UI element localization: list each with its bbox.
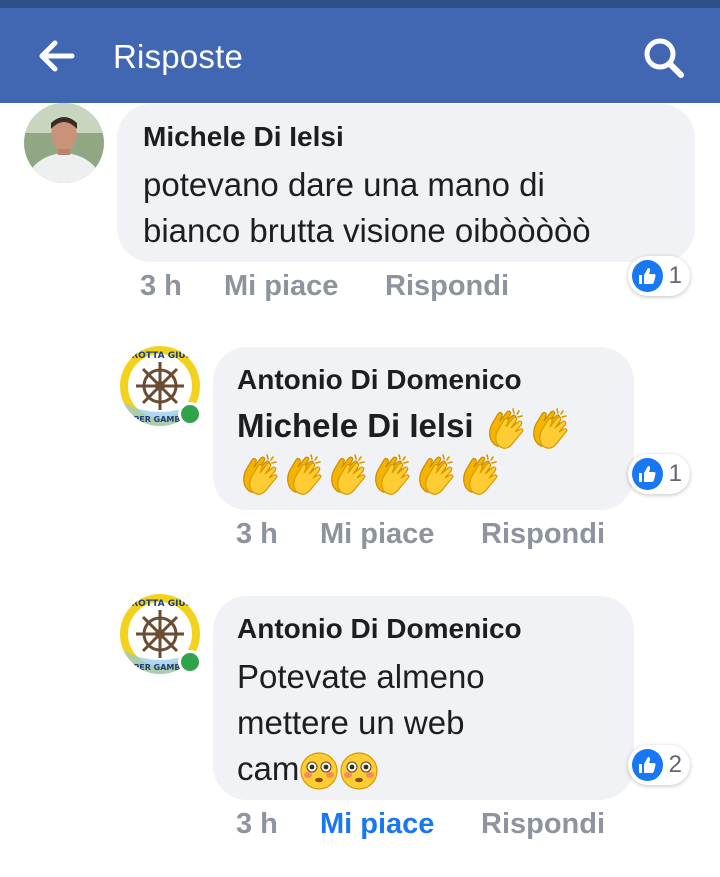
comment-author[interactable]: Antonio Di Domenico xyxy=(237,612,608,646)
comment-actions: 3 h Mi piace Rispondi xyxy=(0,808,720,848)
reaction-count: 2 xyxy=(668,751,682,778)
back-button[interactable] xyxy=(28,36,84,76)
search-button[interactable] xyxy=(636,32,692,84)
comment-actions: 3 h Mi piace Rispondi xyxy=(0,518,720,558)
comment-time: 3 h xyxy=(140,270,182,302)
reply-button[interactable]: Rispondi xyxy=(481,518,605,551)
comment-bubble[interactable]: Antonio Di Domenico Michele Di Ielsi xyxy=(213,347,634,510)
clapping-hands-emoji xyxy=(287,453,322,495)
svg-text:LA ROTTA GIUSTA: LA ROTTA GIUSTA xyxy=(120,599,200,609)
comment-time: 3 h xyxy=(236,518,278,550)
page-title: Risposte xyxy=(113,38,243,75)
clapping-hands-emoji-group xyxy=(483,407,571,450)
comment-time: 3 h xyxy=(236,808,278,840)
man-photo xyxy=(24,103,104,183)
comment-text-line: potevano dare una mano di xyxy=(143,166,545,203)
online-status-dot xyxy=(178,402,202,426)
like-button[interactable]: Mi piace xyxy=(320,518,434,551)
app-header: Risposte xyxy=(0,8,720,103)
comment-text-line: mettere un web xyxy=(237,704,465,741)
clapping-hands-emoji xyxy=(488,408,524,450)
clapping-hands-emoji xyxy=(331,453,366,495)
thumbs-up-icon xyxy=(632,458,663,490)
reaction-count: 1 xyxy=(668,460,682,487)
flushed-face-emoji-group xyxy=(299,750,379,790)
reply-button[interactable]: Rispondi xyxy=(481,808,605,841)
clapping-hands-emoji xyxy=(463,453,498,495)
comment-text: Michele Di Ielsi xyxy=(237,403,608,450)
comment-text-line: Potevate almeno xyxy=(237,658,485,695)
comment-text-fragment: cam xyxy=(237,750,300,787)
flushed-face-emoji xyxy=(300,752,338,790)
clapping-hands-emoji xyxy=(243,453,278,495)
avatar[interactable] xyxy=(24,103,104,183)
comment-text-line: bianco brutta visione oibòòòòò xyxy=(143,212,591,249)
online-status-dot xyxy=(178,650,202,674)
thumbs-up-icon xyxy=(632,749,663,781)
comment-bubble[interactable]: Antonio Di Domenico Potevate almeno mett… xyxy=(213,596,634,800)
reply-button[interactable]: Rispondi xyxy=(385,270,509,303)
comment-author[interactable]: Michele Di Ielsi xyxy=(143,120,669,154)
comment-author[interactable]: Antonio Di Domenico xyxy=(237,363,608,397)
like-button[interactable]: Mi piace xyxy=(320,808,434,841)
clapping-hands-emoji xyxy=(375,453,410,495)
status-bar xyxy=(0,0,720,8)
clapping-hands-emoji xyxy=(532,408,568,450)
clapping-hands-emoji-group xyxy=(237,452,501,495)
mention-link[interactable]: Michele Di Ielsi xyxy=(237,407,474,444)
clapping-hands-emoji xyxy=(419,453,454,495)
arrow-left-icon xyxy=(39,40,75,72)
comment-text xyxy=(237,448,608,495)
comment-actions: 3 h Mi piace Rispondi xyxy=(0,270,720,310)
search-icon xyxy=(644,38,684,78)
flushed-face-emoji xyxy=(340,752,378,790)
comment-bubble[interactable]: Michele Di Ielsi potevano dare una mano … xyxy=(117,104,695,262)
svg-text:LA ROTTA GIUSTA: LA ROTTA GIUSTA xyxy=(120,351,200,361)
reaction-count-badge[interactable]: 2 xyxy=(628,745,690,785)
reaction-count-badge[interactable]: 1 xyxy=(628,454,690,494)
like-button[interactable]: Mi piace xyxy=(224,270,338,303)
comment-text-line: cam xyxy=(237,746,608,792)
